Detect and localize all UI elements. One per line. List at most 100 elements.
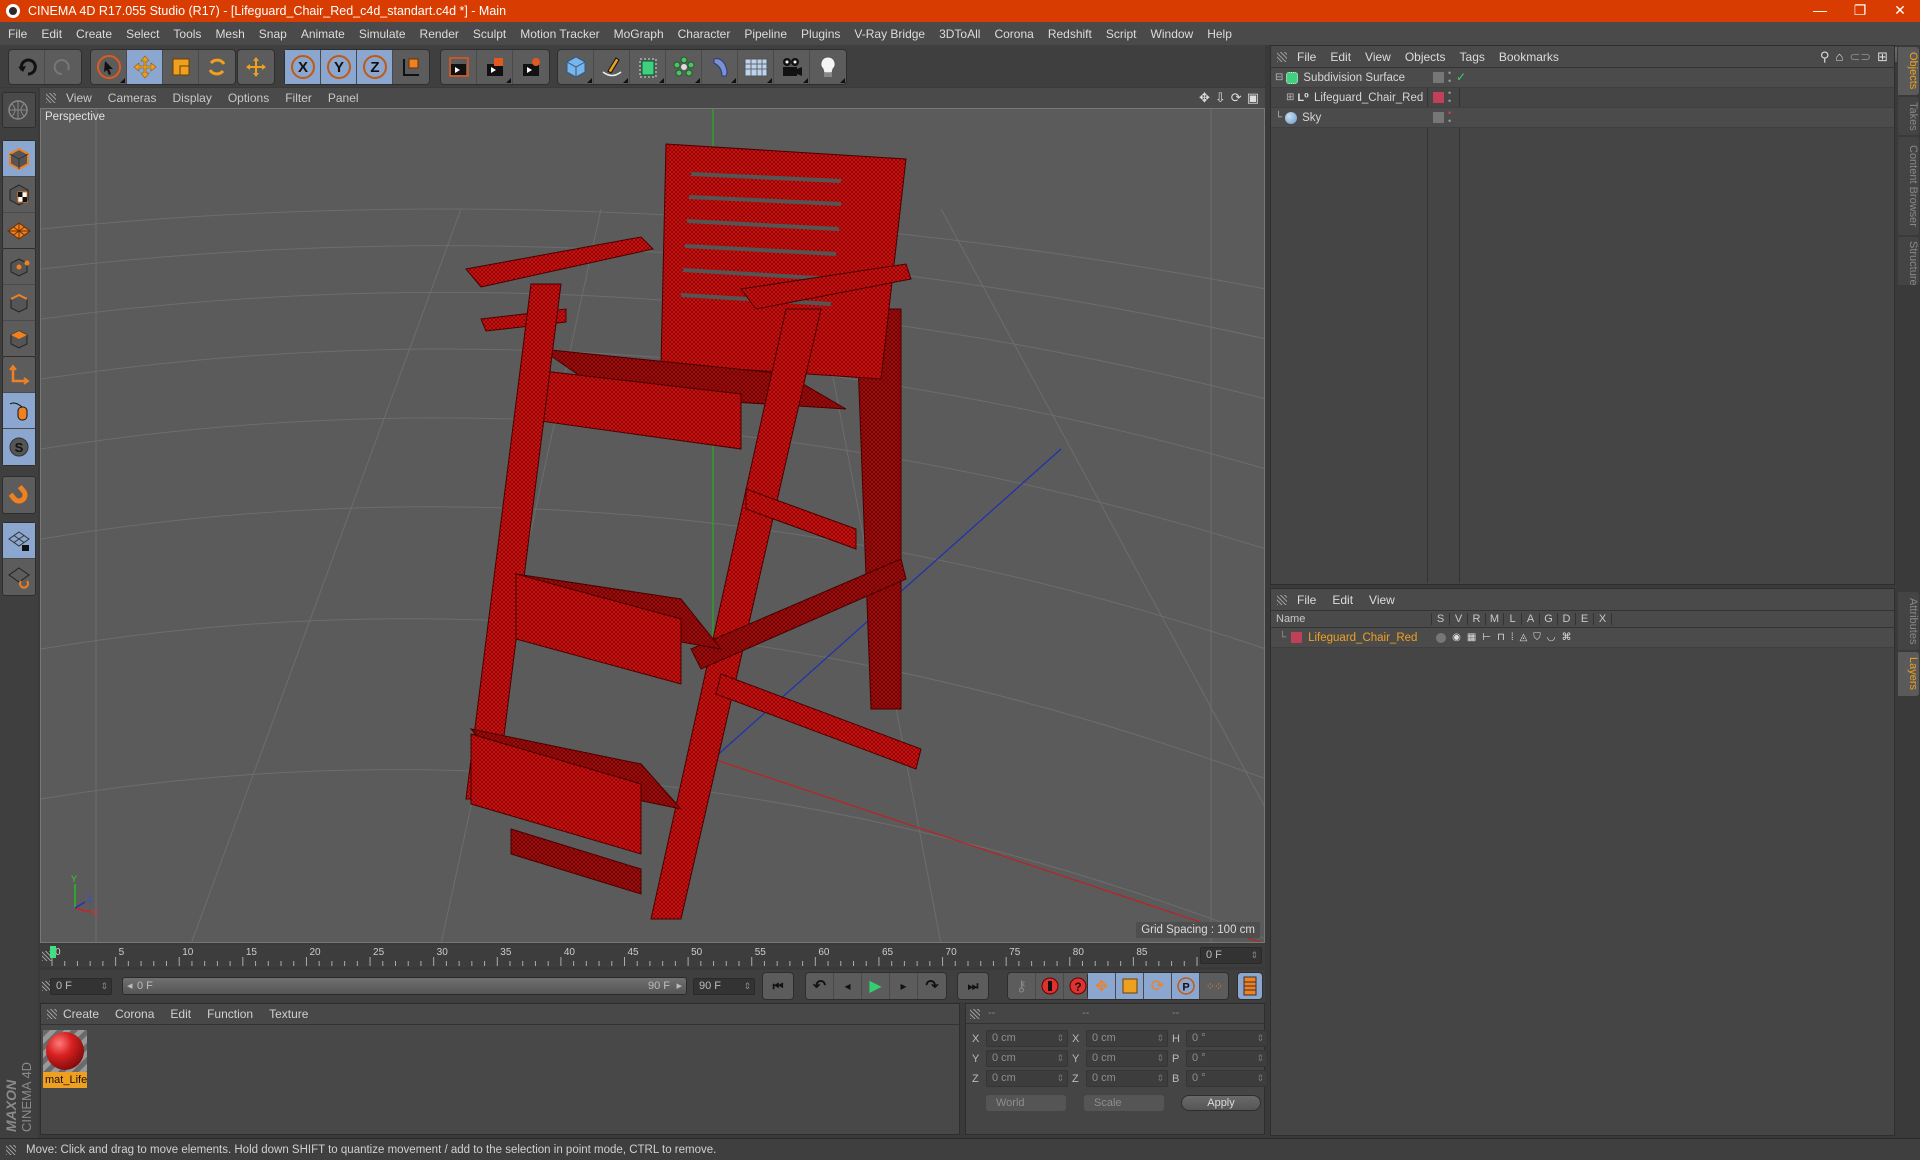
redo-button[interactable]	[45, 50, 81, 84]
pan-icon[interactable]: ✥	[1199, 90, 1210, 106]
material-name[interactable]: mat_Life	[43, 1072, 87, 1088]
end-frame-field[interactable]: 90 F	[693, 978, 755, 995]
restore-button[interactable]: ❐	[1840, 0, 1880, 22]
minimize-button[interactable]: —	[1800, 0, 1840, 22]
column-expressions[interactable]: E	[1576, 613, 1594, 625]
object-menu-file[interactable]: File	[1297, 50, 1316, 64]
menu-mograph[interactable]: MoGraph	[614, 27, 664, 41]
render-settings-button[interactable]	[513, 50, 549, 84]
z-axis-button[interactable]: Z	[357, 50, 393, 84]
column-view[interactable]: V	[1450, 613, 1468, 625]
panel-grip-icon[interactable]	[46, 93, 56, 103]
play-button[interactable]: ▶	[862, 973, 890, 999]
object-menu-view[interactable]: View	[1365, 50, 1391, 64]
menu-redshift[interactable]: Redshift	[1048, 27, 1092, 41]
object-name[interactable]: Sky	[1302, 112, 1321, 124]
menu-simulate[interactable]: Simulate	[359, 27, 406, 41]
manager-tree-icon[interactable]: ⊢	[1482, 632, 1491, 643]
frame-ruler[interactable]: 051015202530354045505560657075808590	[49, 945, 1212, 967]
expression-icon[interactable]: ◡	[1547, 632, 1556, 643]
object-menu-bookmarks[interactable]: Bookmarks	[1499, 50, 1559, 64]
key-scale-button[interactable]	[1116, 973, 1144, 999]
material-menu-edit[interactable]: Edit	[170, 1007, 191, 1021]
texture-mode-button[interactable]	[3, 177, 35, 213]
menu-select[interactable]: Select	[126, 27, 159, 41]
rot-p-field[interactable]: 0 °	[1186, 1050, 1268, 1067]
rotate-tool-button[interactable]	[199, 50, 235, 84]
model-mode-button[interactable]	[3, 141, 35, 177]
key-parameter-button[interactable]: P	[1172, 973, 1200, 999]
size-x-field[interactable]: 0 cm	[1086, 1030, 1168, 1047]
material-swatch[interactable]: mat_Life	[43, 1030, 87, 1088]
menu-window[interactable]: Window	[1151, 27, 1194, 41]
layer-color-icon[interactable]	[1433, 92, 1444, 103]
apply-button[interactable]: Apply	[1181, 1095, 1261, 1111]
menu-animate[interactable]: Animate	[301, 27, 345, 41]
expand-icon[interactable]: ⊞	[1286, 92, 1294, 103]
menu-tools[interactable]: Tools	[173, 27, 201, 41]
key-position-button[interactable]: ✥	[1088, 973, 1116, 999]
menu-corona[interactable]: Corona	[994, 27, 1033, 41]
cloner-button[interactable]	[666, 50, 702, 84]
next-frame-button[interactable]: ▸	[890, 973, 918, 999]
layer-color-icon[interactable]	[1291, 632, 1303, 643]
new-window-icon[interactable]: ⊞	[1877, 49, 1888, 65]
last-tool-button[interactable]	[238, 50, 274, 84]
pos-x-field[interactable]: 0 cm	[986, 1030, 1068, 1047]
key-pla-button[interactable]: ⁘⁘	[1200, 973, 1228, 999]
layer-menu-edit[interactable]: Edit	[1332, 593, 1353, 607]
camera-button[interactable]	[774, 50, 810, 84]
column-locked[interactable]: L	[1504, 613, 1522, 625]
object-name[interactable]: Lifeguard_Chair_Red	[1314, 92, 1423, 104]
size-z-field[interactable]: 0 cm	[1086, 1070, 1168, 1087]
playhead[interactable]	[49, 946, 56, 958]
column-render[interactable]: R	[1468, 613, 1486, 625]
goto-end-button[interactable]: ⏭	[958, 973, 988, 999]
key-rotation-button[interactable]: ⟳	[1144, 973, 1172, 999]
column-deformers[interactable]: D	[1558, 613, 1576, 625]
goto-start-button[interactable]: ⏮	[763, 973, 793, 999]
deformer-icon[interactable]: ⛉	[1533, 632, 1541, 643]
solo-mode-button[interactable]: S	[3, 429, 35, 465]
layer-row[interactable]: └ Lifeguard_Chair_Red ◉ ▦ ⊢ ⊓ ⁞ ◬ ⛉ ◡ ⌘	[1271, 628, 1894, 648]
move-tool-button[interactable]	[127, 50, 163, 84]
maximize-view-icon[interactable]: ▣	[1247, 90, 1259, 106]
menu-script[interactable]: Script	[1106, 27, 1137, 41]
select-tool-button[interactable]	[91, 50, 127, 84]
column-animation[interactable]: A	[1522, 613, 1540, 625]
material-menu-create[interactable]: Create	[63, 1007, 99, 1021]
viewport-menu-panel[interactable]: Panel	[328, 91, 359, 105]
column-manager[interactable]: M	[1486, 613, 1504, 625]
workplane-align-button[interactable]	[3, 559, 35, 595]
viewport-menu-filter[interactable]: Filter	[285, 91, 312, 105]
column-name[interactable]: Name	[1271, 613, 1432, 625]
layer-menu-view[interactable]: View	[1369, 593, 1395, 607]
scale-tool-button[interactable]	[163, 50, 199, 84]
record-key-button[interactable]: ⚷	[1008, 973, 1036, 999]
render-picture-viewer-button[interactable]	[477, 50, 513, 84]
lock-icon[interactable]: ⊓	[1497, 632, 1505, 643]
solo-toggle-icon[interactable]	[1436, 632, 1447, 643]
render-view-button[interactable]	[441, 50, 477, 84]
menu-sculpt[interactable]: Sculpt	[473, 27, 506, 41]
y-axis-button[interactable]: Y	[321, 50, 357, 84]
viewport-menu-display[interactable]: Display	[172, 91, 211, 105]
material-menu-texture[interactable]: Texture	[269, 1007, 308, 1021]
menu-edit[interactable]: Edit	[41, 27, 62, 41]
timeline-window-button[interactable]	[1238, 973, 1262, 999]
object-menu-objects[interactable]: Objects	[1405, 50, 1446, 64]
layer-name[interactable]: Lifeguard_Chair_Red	[1308, 632, 1436, 644]
tab-structure[interactable]: Structure	[1898, 237, 1919, 286]
floor-button[interactable]	[738, 50, 774, 84]
3d-viewport[interactable]: Perspective Y X Z Grid Spacing : 100 cm	[40, 108, 1265, 943]
menu-motion-tracker[interactable]: Motion Tracker	[520, 27, 599, 41]
menu-character[interactable]: Character	[678, 27, 731, 41]
subdivision-button[interactable]	[630, 50, 666, 84]
column-solo[interactable]: S	[1432, 613, 1450, 625]
menu-pipeline[interactable]: Pipeline	[744, 27, 787, 41]
layer-swatch-icon[interactable]	[1433, 72, 1444, 83]
polygons-mode-button[interactable]	[3, 321, 35, 357]
workplane-mode-button[interactable]	[3, 213, 35, 249]
link-icon[interactable]: ⊂⊃	[1849, 49, 1871, 65]
range-left-arrow-icon[interactable]: ◂	[127, 978, 133, 994]
